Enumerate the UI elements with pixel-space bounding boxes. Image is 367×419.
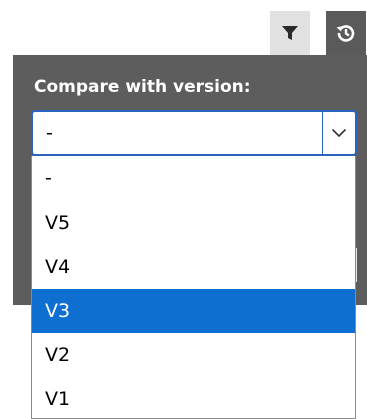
option-v2[interactable]: V2 xyxy=(32,333,355,377)
select-arrow-button[interactable] xyxy=(322,112,355,154)
version-select[interactable]: - xyxy=(31,110,357,156)
history-button[interactable] xyxy=(326,11,366,55)
history-icon xyxy=(336,25,355,42)
option-v3[interactable]: V3 xyxy=(32,289,355,333)
chevron-down-icon xyxy=(331,128,347,138)
version-dropdown-list: - V5 V4 V3 V2 V1 xyxy=(31,156,356,419)
filter-button[interactable] xyxy=(270,11,310,55)
option-v5[interactable]: V5 xyxy=(32,201,355,245)
filter-icon xyxy=(282,26,298,40)
compare-label: Compare with version: xyxy=(34,77,251,97)
option-none[interactable]: - xyxy=(32,156,355,201)
select-value: - xyxy=(46,122,53,144)
option-v4[interactable]: V4 xyxy=(32,245,355,289)
option-v1[interactable]: V1 xyxy=(32,377,355,418)
